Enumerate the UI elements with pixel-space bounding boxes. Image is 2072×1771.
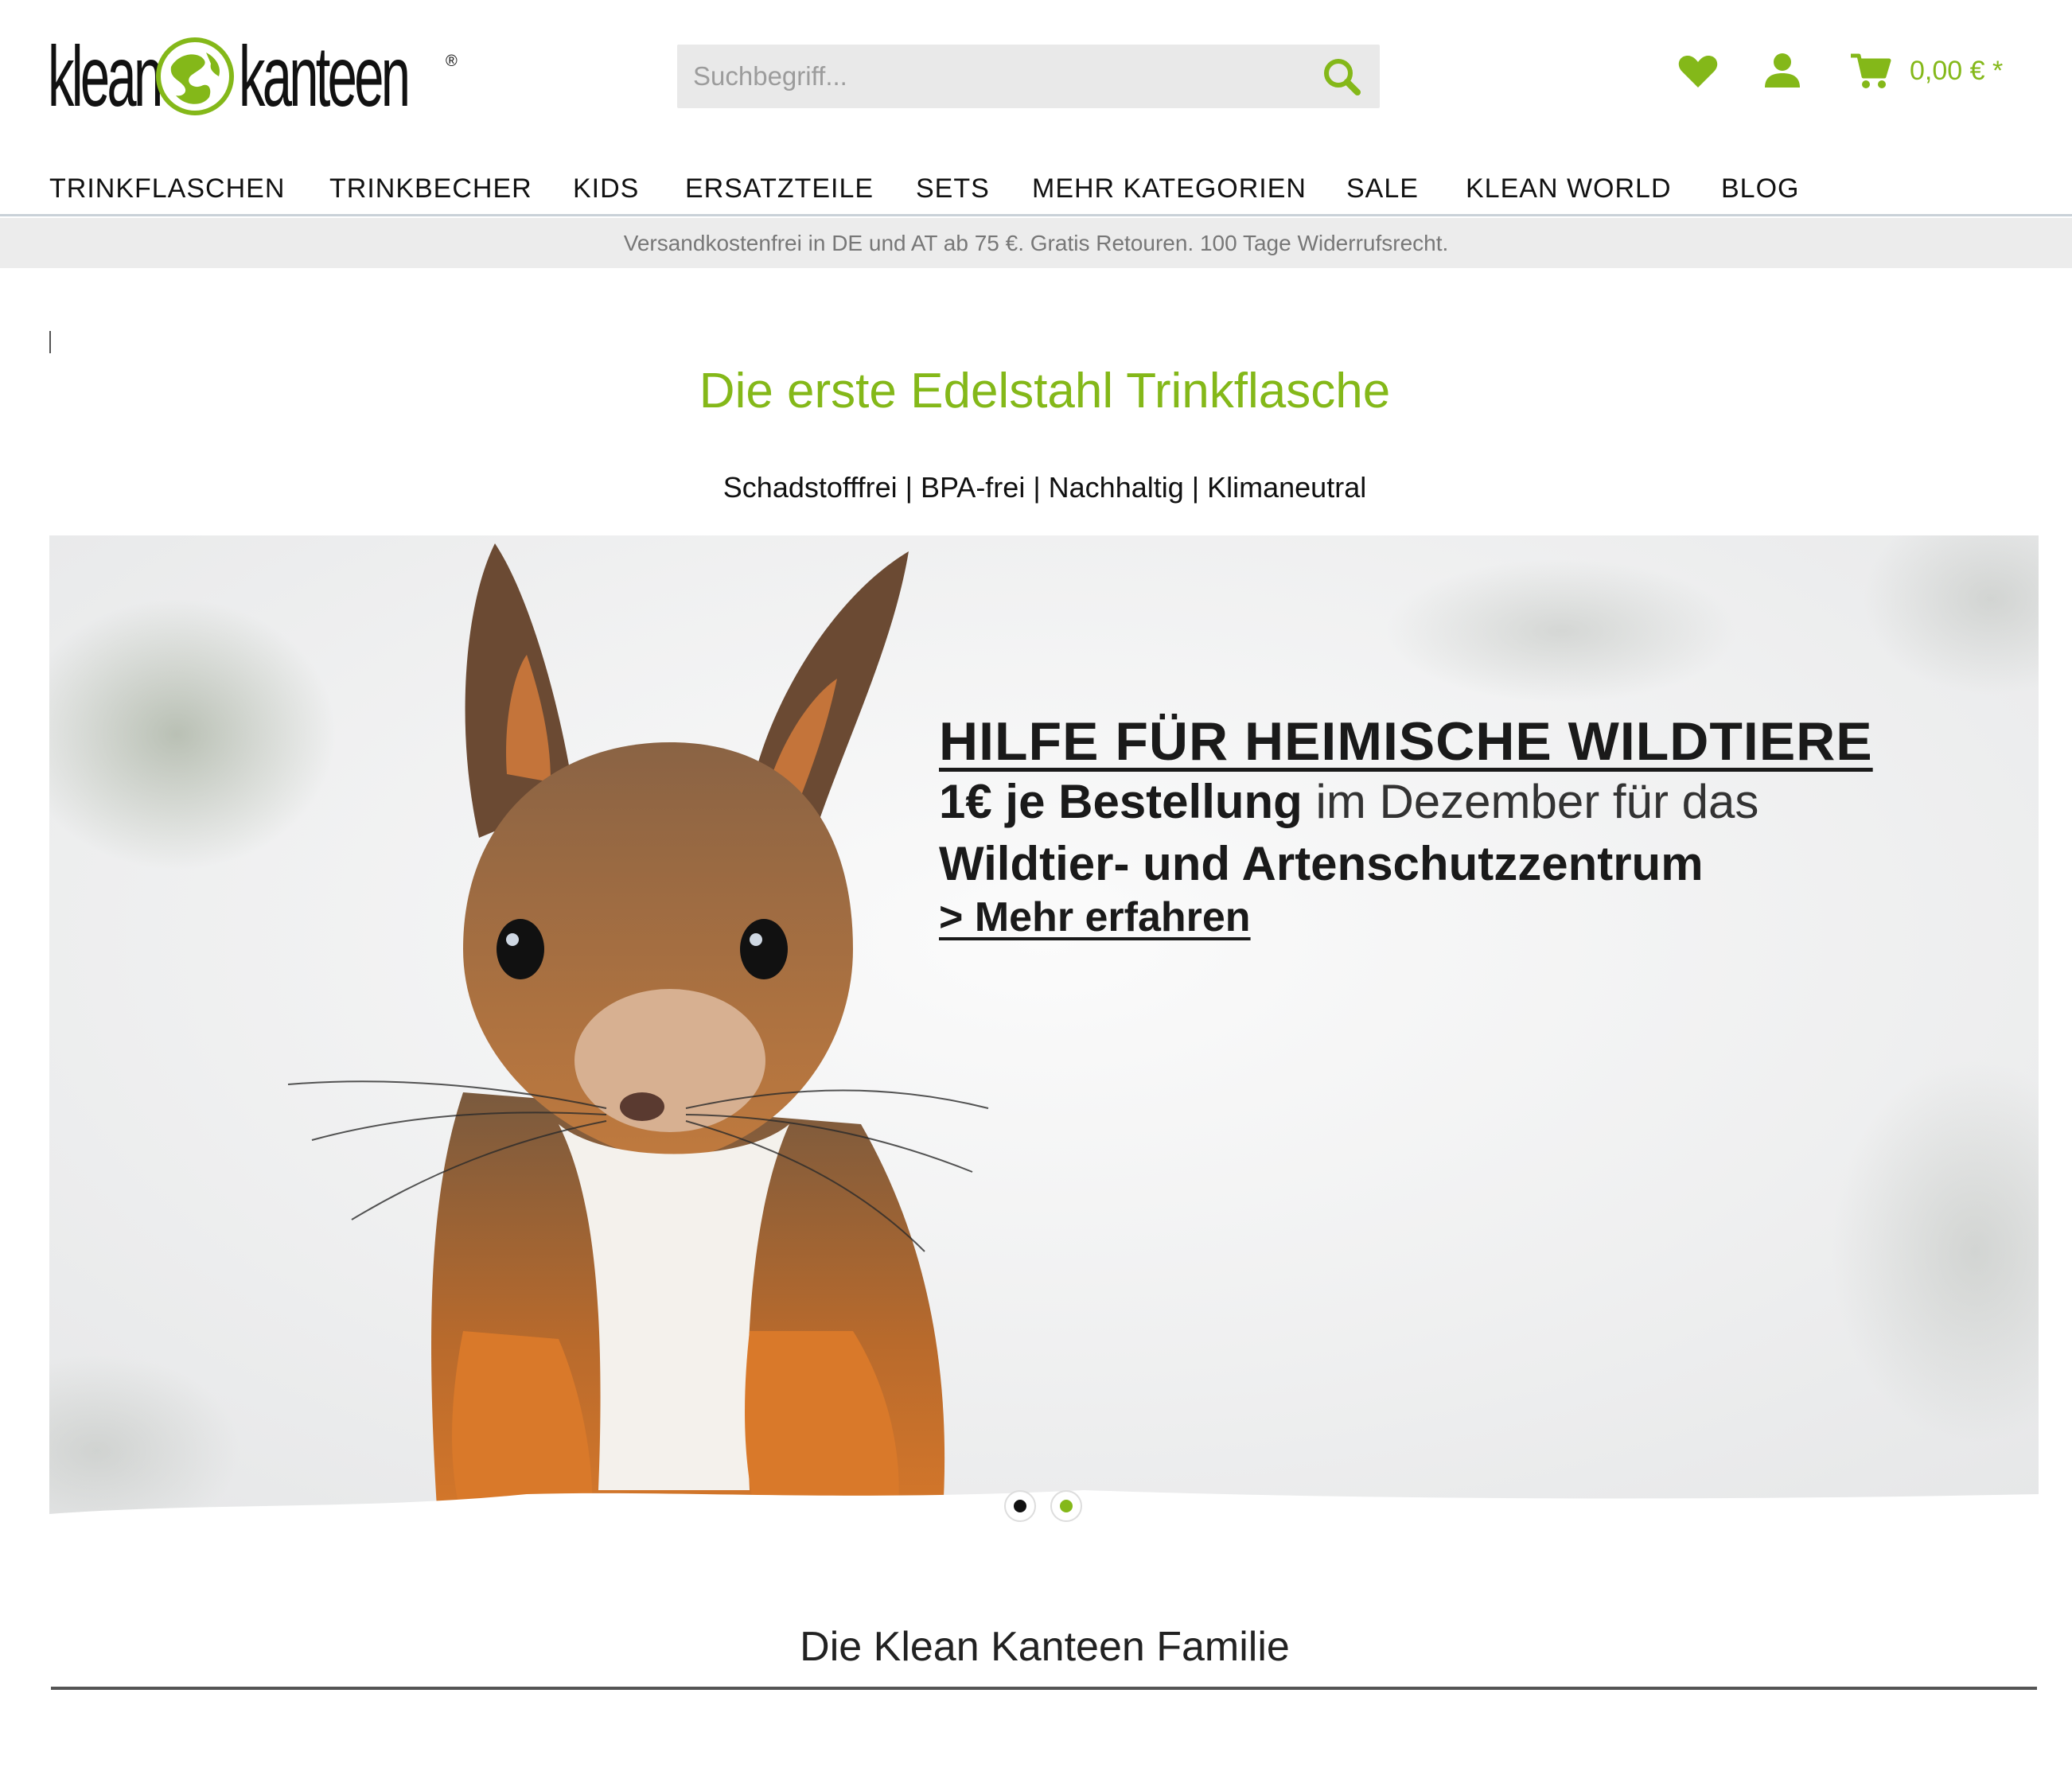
nav-item-trinkflaschen[interactable]: TRINKFLASCHEN <box>49 167 285 210</box>
shipping-info-bar: Versandkostenfrei in DE und AT ab 75 €. … <box>0 218 2072 268</box>
banner-donation-rest: im Dezember für das <box>1302 775 1759 828</box>
heart-icon <box>1678 56 1718 88</box>
banner-learn-more-link[interactable]: > Mehr erfahren <box>939 893 1251 941</box>
nav-item-trinkbecher[interactable]: TRINKBECHER <box>329 167 532 210</box>
account-button[interactable] <box>1758 48 1806 95</box>
main-navigation: TRINKFLASCHEN TRINKBECHER KIDS ERSATZTEI… <box>0 167 2072 216</box>
nav-item-sale[interactable]: SALE <box>1346 167 1419 210</box>
cart-icon <box>1851 53 1891 88</box>
search-input[interactable] <box>693 45 1314 108</box>
section-divider <box>51 1687 2037 1690</box>
cart-button[interactable]: 0,00 € * <box>1849 45 2003 97</box>
banner-organization: Wildtier- und Artenschutzzentrum <box>939 837 1704 890</box>
banner-donation-text: 1€ je Bestellung im Dezember für das <box>939 774 1758 829</box>
page-title: Die erste Edelstahl Trinkflasche <box>699 364 1391 418</box>
brand-logo[interactable]: klean kanteen ® <box>48 28 458 124</box>
banner-heading: HILFE FÜR HEIMISCHE WILDTIERE <box>939 711 1873 772</box>
nav-item-klean-world[interactable]: KLEAN WORLD <box>1466 167 1672 210</box>
nav-item-kids[interactable]: KIDS <box>573 167 639 210</box>
slider-dot-2[interactable] <box>1050 1490 1082 1522</box>
user-icon <box>1765 53 1800 88</box>
nav-item-sets[interactable]: SETS <box>916 167 990 210</box>
hero-banner-slider[interactable]: HILFE FÜR HEIMISCHE WILDTIERE 1€ je Best… <box>49 535 2039 1544</box>
page-subtitle: Schadstofffrei | BPA-frei | Nachhaltig |… <box>722 471 1367 504</box>
nav-item-ersatzteile[interactable]: ERSATZTEILE <box>685 167 874 210</box>
logo-word-kanteen: kanteen <box>239 28 411 124</box>
banner-donation-amount: 1€ je Bestellung <box>939 775 1303 828</box>
search-bar <box>677 45 1380 108</box>
squirrel-in-snow-image <box>49 535 2039 1544</box>
cart-total: 0,00 € * <box>1910 55 2004 86</box>
registered-mark: ® <box>446 53 458 70</box>
slider-pagination <box>1004 1490 1082 1522</box>
search-button[interactable] <box>1319 54 1365 100</box>
logo-word-klean: klean <box>48 28 163 124</box>
slider-dot-1[interactable] <box>1004 1490 1036 1522</box>
text-cursor <box>49 331 51 353</box>
nav-item-blog[interactable]: BLOG <box>1721 167 1799 210</box>
globe-logo-icon <box>156 37 234 115</box>
wishlist-button[interactable] <box>1674 48 1722 95</box>
search-icon <box>1324 59 1361 95</box>
nav-item-mehr-kategorien[interactable]: MEHR KATEGORIEN <box>1032 167 1307 210</box>
section-title-family: Die Klean Kanteen Familie <box>800 1624 1290 1670</box>
